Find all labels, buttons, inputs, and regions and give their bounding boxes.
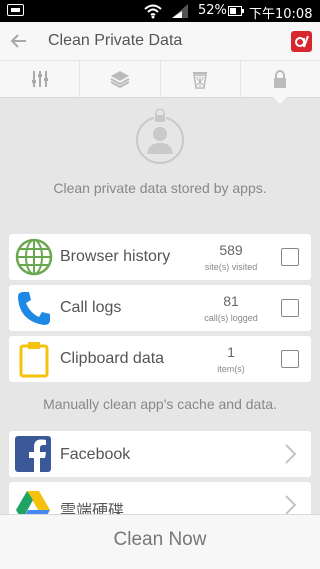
item-unit: item(s) <box>217 364 245 374</box>
clipboard-icon <box>19 342 49 378</box>
browser-history-row[interactable]: Browser history 589 site(s) visited <box>9 234 311 280</box>
app-item-facebook[interactable]: Facebook <box>9 431 311 477</box>
avira-logo-icon[interactable] <box>291 31 312 52</box>
back-arrow-icon[interactable] <box>8 30 30 52</box>
item-unit: call(s) logged <box>204 313 258 323</box>
item-count: 81 <box>223 293 239 309</box>
battery-icon <box>228 6 244 16</box>
clock: 下午10:08 <box>249 7 313 22</box>
item-label: Browser history <box>60 248 171 265</box>
battery-percentage: 52% <box>198 3 227 18</box>
app-header: Clean Private Data <box>0 22 320 61</box>
layers-icon <box>110 71 130 89</box>
item-label: Clipboard data <box>60 350 165 367</box>
call-logs-checkbox[interactable] <box>281 299 299 317</box>
tab-settings[interactable] <box>0 61 81 97</box>
signal-icon <box>172 4 188 18</box>
tab-trash[interactable] <box>161 61 241 97</box>
facebook-icon <box>15 436 51 472</box>
globe-icon <box>15 238 53 276</box>
chevron-right-icon <box>285 444 297 464</box>
chevron-right-icon <box>285 495 297 515</box>
trash-icon <box>193 72 208 89</box>
hero-description: Clean private data stored by apps. <box>53 180 267 196</box>
browser-history-checkbox[interactable] <box>281 248 299 266</box>
lock-icon <box>274 70 287 88</box>
tab-layers[interactable] <box>80 61 161 97</box>
call-logs-row[interactable]: Call logs 81 call(s) logged <box>9 285 311 331</box>
page-title: Clean Private Data <box>48 32 183 49</box>
wifi-icon <box>144 4 162 19</box>
item-count: 589 <box>219 242 243 258</box>
tab-bar <box>0 61 320 104</box>
status-bar: 52% 下午10:08 <box>0 0 320 22</box>
clipboard-data-checkbox[interactable] <box>281 350 299 368</box>
tab-privacy[interactable] <box>241 61 320 104</box>
clipboard-data-row[interactable]: Clipboard data 1 item(s) <box>9 336 311 382</box>
phone-icon <box>18 292 50 325</box>
bottom-bar: Clean Now <box>0 514 320 569</box>
clean-now-button[interactable]: Clean Now <box>0 529 320 551</box>
sliders-icon <box>31 71 48 87</box>
app-label: Facebook <box>60 446 131 463</box>
item-label: Call logs <box>60 299 122 316</box>
locked-user-icon <box>136 108 184 164</box>
image-notification-icon <box>7 4 24 16</box>
item-unit: site(s) visited <box>204 262 258 272</box>
item-count: 1 <box>227 344 235 360</box>
manual-clean-text: Manually clean app's cache and data. <box>43 396 277 412</box>
